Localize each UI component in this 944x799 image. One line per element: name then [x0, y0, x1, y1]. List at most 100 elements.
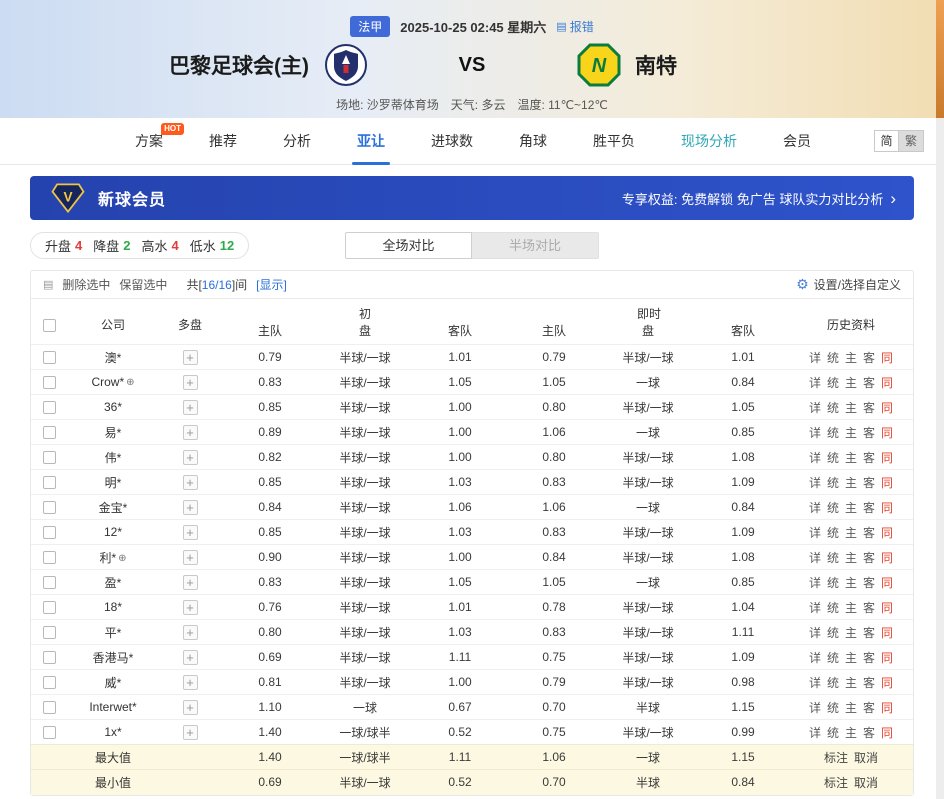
company-name[interactable]: 易*: [105, 426, 122, 440]
history-link-same[interactable]: 同: [881, 451, 893, 465]
history-link-stats[interactable]: 统: [827, 476, 839, 490]
history-link-same[interactable]: 同: [881, 701, 893, 715]
full-match-toggle[interactable]: 全场对比: [345, 232, 472, 259]
company-name[interactable]: 利*: [99, 551, 116, 565]
row-checkbox[interactable]: [43, 351, 56, 364]
keep-selected-button[interactable]: 保留选中: [119, 276, 167, 293]
row-checkbox[interactable]: [43, 701, 56, 714]
expand-odds-button[interactable]: +: [183, 425, 198, 440]
select-all-checkbox[interactable]: [43, 319, 56, 332]
summary-action-cancel[interactable]: 取消: [854, 776, 878, 790]
history-link-away[interactable]: 客: [863, 676, 875, 690]
row-checkbox[interactable]: [43, 476, 56, 489]
row-checkbox[interactable]: [43, 726, 56, 739]
history-link-home[interactable]: 主: [845, 576, 857, 590]
company-name[interactable]: 明*: [105, 476, 122, 490]
history-link-detail[interactable]: 详: [809, 651, 821, 665]
simplified-chinese-button[interactable]: 简: [874, 130, 899, 152]
company-name[interactable]: 金宝*: [99, 501, 128, 515]
history-link-home[interactable]: 主: [845, 526, 857, 540]
history-link-same[interactable]: 同: [881, 626, 893, 640]
expand-odds-button[interactable]: +: [183, 550, 198, 565]
delete-selected-button[interactable]: 删除选中: [62, 276, 110, 293]
row-checkbox[interactable]: [43, 551, 56, 564]
expand-odds-button[interactable]: +: [183, 475, 198, 490]
row-checkbox[interactable]: [43, 601, 56, 614]
history-link-home[interactable]: 主: [845, 501, 857, 515]
history-link-detail[interactable]: 详: [809, 601, 821, 615]
history-link-same[interactable]: 同: [881, 401, 893, 415]
history-link-detail[interactable]: 详: [809, 426, 821, 440]
row-checkbox[interactable]: [43, 676, 56, 689]
history-link-stats[interactable]: 统: [827, 676, 839, 690]
history-link-away[interactable]: 客: [863, 376, 875, 390]
history-link-same[interactable]: 同: [881, 501, 893, 515]
history-link-away[interactable]: 客: [863, 626, 875, 640]
expand-odds-button[interactable]: +: [183, 525, 198, 540]
history-link-stats[interactable]: 统: [827, 526, 839, 540]
history-link-same[interactable]: 同: [881, 726, 893, 740]
show-link[interactable]: [显示]: [256, 276, 287, 293]
traditional-chinese-button[interactable]: 繁: [899, 130, 924, 152]
expand-odds-button[interactable]: +: [183, 700, 198, 715]
history-link-same[interactable]: 同: [881, 676, 893, 690]
settings-button[interactable]: ⚙ 设置/选择自定义: [796, 276, 901, 293]
nav-tab-live-analysis[interactable]: 现场分析: [658, 118, 760, 165]
history-link-stats[interactable]: 统: [827, 651, 839, 665]
expand-odds-button[interactable]: +: [183, 500, 198, 515]
history-link-home[interactable]: 主: [845, 676, 857, 690]
nav-tab-goals[interactable]: 进球数: [408, 118, 496, 165]
expand-odds-button[interactable]: +: [183, 350, 198, 365]
history-link-home[interactable]: 主: [845, 476, 857, 490]
history-link-detail[interactable]: 详: [809, 701, 821, 715]
company-name[interactable]: 36*: [104, 400, 122, 414]
summary-action-mark[interactable]: 标注: [824, 776, 848, 790]
expand-odds-button[interactable]: +: [183, 600, 198, 615]
history-link-home[interactable]: 主: [845, 551, 857, 565]
history-link-away[interactable]: 客: [863, 351, 875, 365]
history-link-same[interactable]: 同: [881, 576, 893, 590]
history-link-stats[interactable]: 统: [827, 351, 839, 365]
history-link-detail[interactable]: 详: [809, 351, 821, 365]
company-name[interactable]: 盈*: [105, 576, 122, 590]
history-link-stats[interactable]: 统: [827, 701, 839, 715]
row-checkbox[interactable]: [43, 626, 56, 639]
company-name[interactable]: 12*: [104, 525, 122, 539]
history-link-detail[interactable]: 详: [809, 476, 821, 490]
row-checkbox[interactable]: [43, 401, 56, 414]
expand-odds-button[interactable]: +: [183, 675, 198, 690]
history-link-same[interactable]: 同: [881, 651, 893, 665]
history-link-same[interactable]: 同: [881, 551, 893, 565]
history-link-home[interactable]: 主: [845, 376, 857, 390]
history-link-home[interactable]: 主: [845, 701, 857, 715]
history-link-away[interactable]: 客: [863, 426, 875, 440]
history-link-away[interactable]: 客: [863, 401, 875, 415]
history-link-home[interactable]: 主: [845, 651, 857, 665]
company-name[interactable]: 威*: [105, 676, 122, 690]
row-checkbox[interactable]: [43, 451, 56, 464]
history-link-same[interactable]: 同: [881, 426, 893, 440]
nav-tab-corners[interactable]: 角球: [496, 118, 570, 165]
company-name[interactable]: 1x*: [104, 725, 121, 739]
company-name[interactable]: 香港马*: [93, 651, 134, 665]
history-link-detail[interactable]: 详: [809, 551, 821, 565]
history-link-same[interactable]: 同: [881, 376, 893, 390]
summary-action-mark[interactable]: 标注: [824, 751, 848, 765]
history-link-home[interactable]: 主: [845, 351, 857, 365]
history-link-same[interactable]: 同: [881, 476, 893, 490]
nav-tab-member[interactable]: 会员: [760, 118, 834, 165]
nav-tab-win-draw-lose[interactable]: 胜平负: [570, 118, 658, 165]
history-link-away[interactable]: 客: [863, 451, 875, 465]
history-link-away[interactable]: 客: [863, 501, 875, 515]
expand-odds-button[interactable]: +: [183, 375, 198, 390]
history-link-stats[interactable]: 统: [827, 726, 839, 740]
history-link-home[interactable]: 主: [845, 601, 857, 615]
member-benefits-link[interactable]: 专享权益: 免费解锁 免广告 球队实力对比分析 ›: [622, 189, 896, 208]
company-name[interactable]: 18*: [104, 600, 122, 614]
history-link-same[interactable]: 同: [881, 601, 893, 615]
history-link-stats[interactable]: 统: [827, 576, 839, 590]
history-link-detail[interactable]: 详: [809, 626, 821, 640]
row-checkbox[interactable]: [43, 426, 56, 439]
company-name[interactable]: Crow*: [91, 375, 124, 389]
expand-odds-button[interactable]: +: [183, 725, 198, 740]
